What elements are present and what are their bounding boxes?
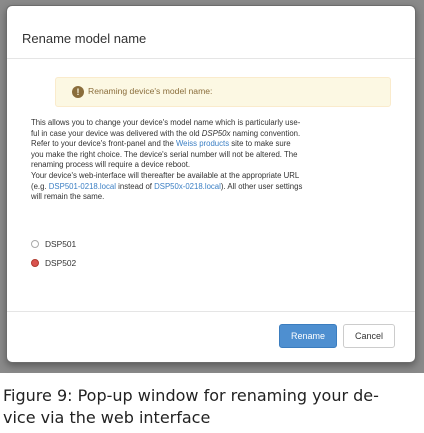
dialog-header: Rename model name	[7, 6, 415, 59]
description-line: Your device's web-interface will thereaf…	[31, 170, 300, 180]
description-line: This allows you to change your device's …	[31, 118, 301, 127]
caption-line: Figure 9: Pop-up window for renaming you…	[3, 386, 379, 405]
weiss-products-link[interactable]: Weiss products	[176, 139, 229, 148]
dsp50x-url-link[interactable]: DSP50x-0218.local	[154, 182, 221, 191]
description-line: (e.g. DSP501-0218.local instead of DSP50…	[31, 181, 303, 191]
exclamation-circle-icon: !	[72, 86, 84, 98]
description-line: Refer to your device's front-panel and t…	[31, 139, 291, 149]
description-line: you make the right choice. The device's …	[31, 149, 298, 159]
description-line: ful in case your device was delivered wi…	[31, 128, 301, 138]
cancel-button[interactable]: Cancel	[343, 324, 395, 348]
warning-alert: ! Renaming device's model name:	[55, 77, 391, 107]
warning-text: Renaming device's model name:	[88, 86, 213, 96]
dialog-title: Rename model name	[22, 31, 147, 46]
figure-caption: Figure 9: Pop-up window for renaming you…	[3, 385, 421, 429]
option-label: DSP502	[45, 258, 77, 268]
option-label: DSP501	[45, 239, 77, 249]
rename-dialog: Rename model name ! Renaming device's mo…	[6, 5, 416, 363]
description-line: will remain the same.	[31, 192, 105, 202]
rename-button[interactable]: Rename	[279, 324, 337, 348]
caption-line: vice via the web interface	[3, 408, 211, 427]
dialog-footer: Rename Cancel	[7, 311, 415, 364]
description-line: renaming process will require a device r…	[31, 160, 191, 170]
radio-dsp501[interactable]	[31, 240, 39, 248]
dialog-description: This allows you to change your device's …	[31, 118, 405, 203]
dsp501-url-link[interactable]: DSP501-0218.local	[49, 182, 116, 191]
model-name-italic: DSP50x	[201, 128, 231, 138]
radio-dsp502[interactable]	[31, 259, 39, 267]
